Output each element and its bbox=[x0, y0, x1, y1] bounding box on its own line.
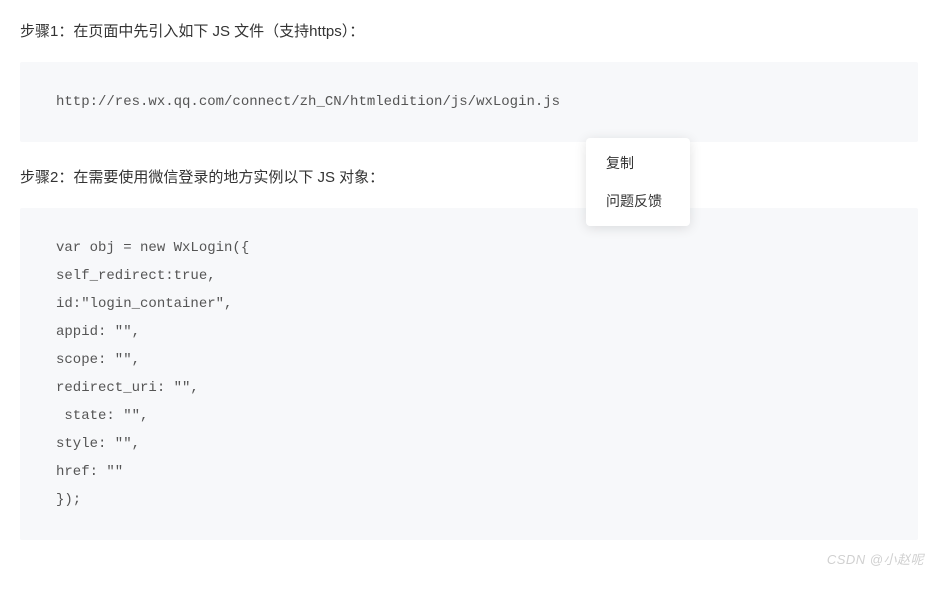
step2-text: 步骤2：在需要使用微信登录的地方实例以下 JS 对象： bbox=[20, 166, 918, 190]
code-block-1: http://res.wx.qq.com/connect/zh_CN/htmle… bbox=[20, 62, 918, 142]
step1-text: 步骤1：在页面中先引入如下 JS 文件（支持https）： bbox=[20, 20, 918, 44]
code-block-2: var obj = new WxLogin({ self_redirect:tr… bbox=[20, 208, 918, 540]
menu-item-feedback[interactable]: 问题反馈 bbox=[586, 182, 690, 220]
context-menu: 复制 问题反馈 bbox=[586, 138, 690, 226]
watermark: CSDN @小赵呢 bbox=[827, 549, 924, 568]
menu-item-copy[interactable]: 复制 bbox=[586, 144, 690, 182]
